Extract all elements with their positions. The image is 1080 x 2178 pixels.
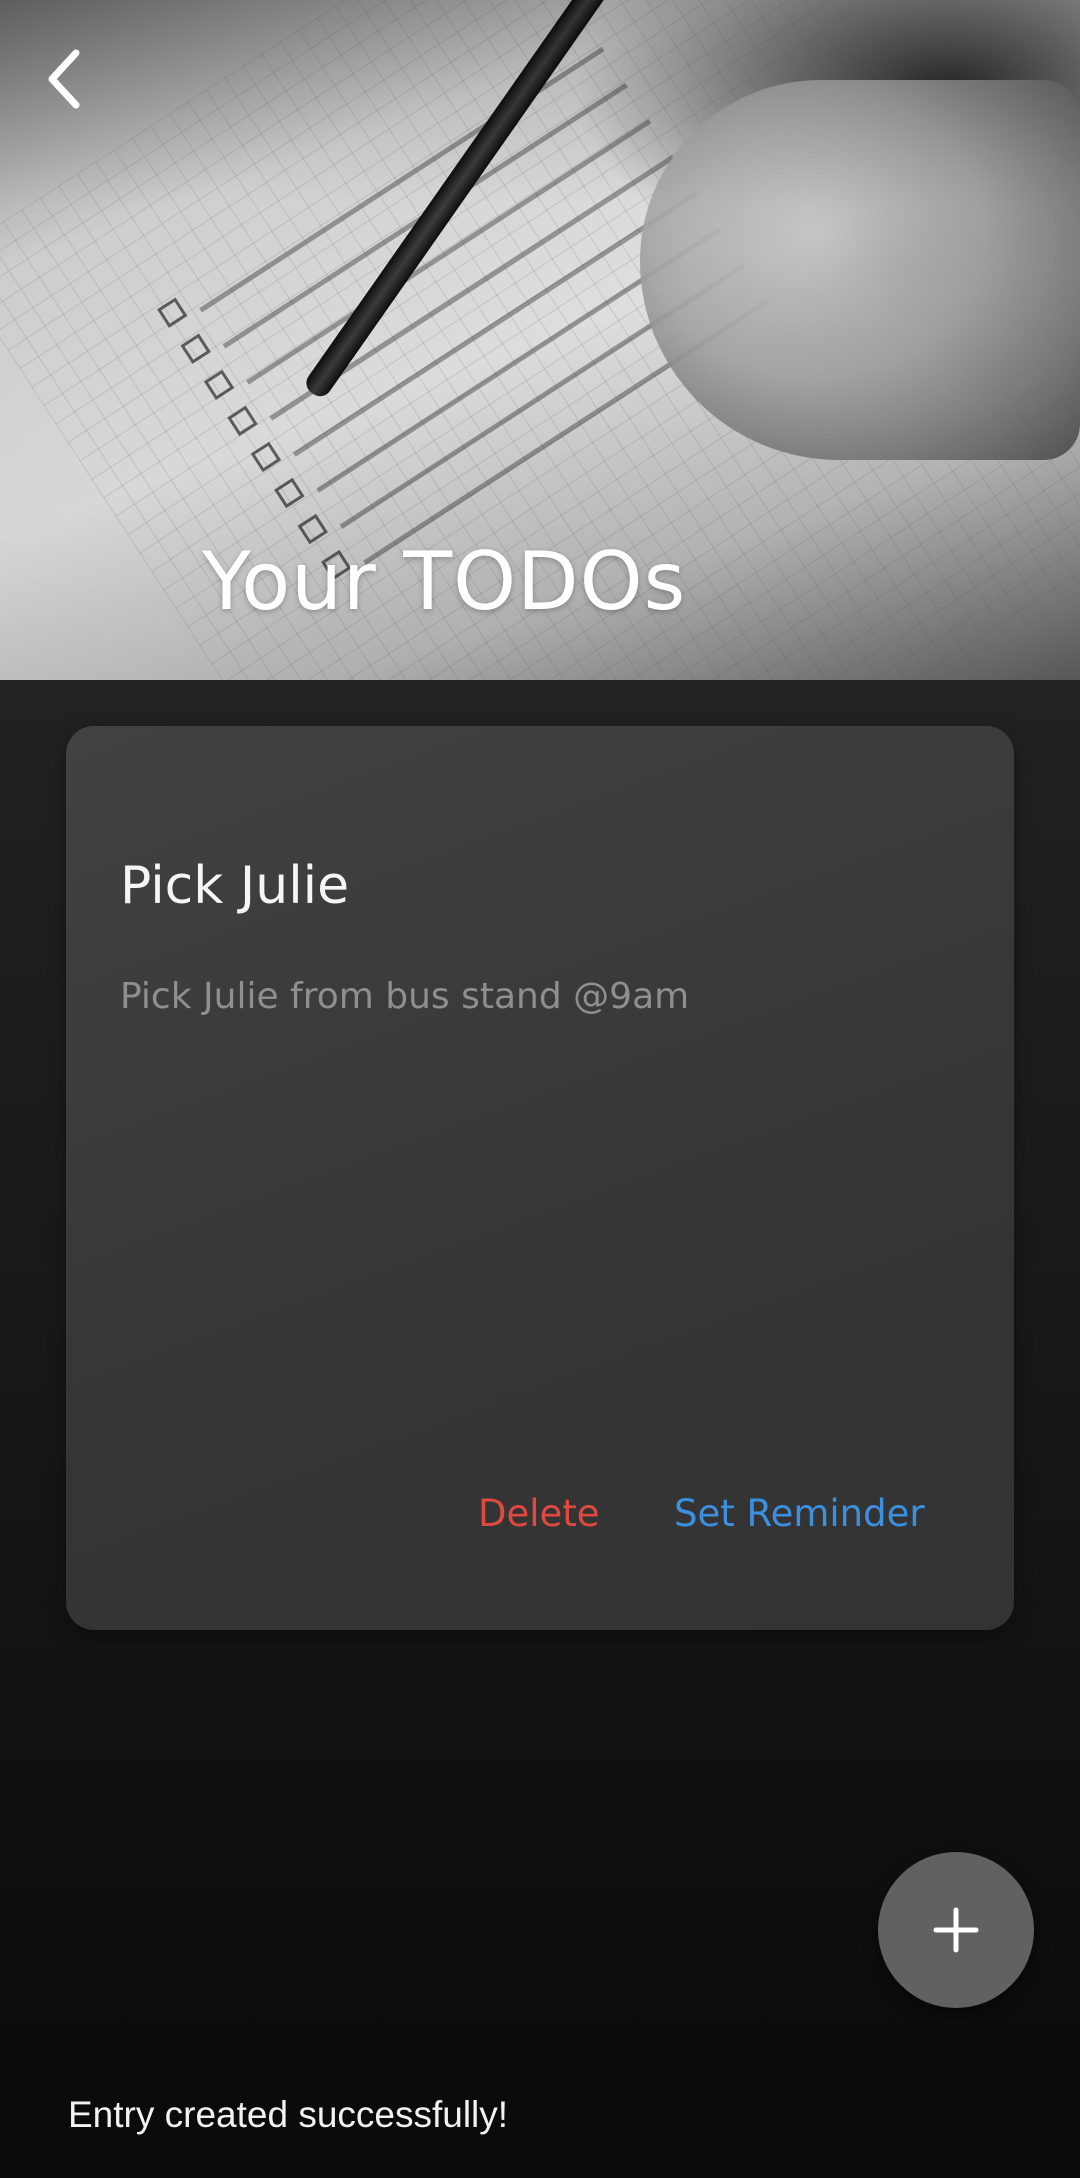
page-title: Your TODOs [202, 535, 687, 628]
todo-description: Pick Julie from bus stand @9am [120, 976, 690, 1017]
add-todo-button[interactable] [878, 1852, 1034, 2008]
delete-button[interactable]: Delete [478, 1492, 600, 1535]
todo-title: Pick Julie [120, 856, 350, 916]
snackbar: Entry created successfully! [0, 2052, 1080, 2178]
plus-icon [933, 1907, 979, 1953]
header-banner: Your TODOs [0, 0, 1080, 680]
todo-card[interactable]: Pick Julie Pick Julie from bus stand @9a… [66, 726, 1014, 1630]
chevron-left-icon [48, 49, 80, 109]
set-reminder-button[interactable]: Set Reminder [674, 1492, 925, 1535]
snackbar-message: Entry created successfully! [68, 2094, 509, 2135]
back-button[interactable] [36, 44, 92, 114]
